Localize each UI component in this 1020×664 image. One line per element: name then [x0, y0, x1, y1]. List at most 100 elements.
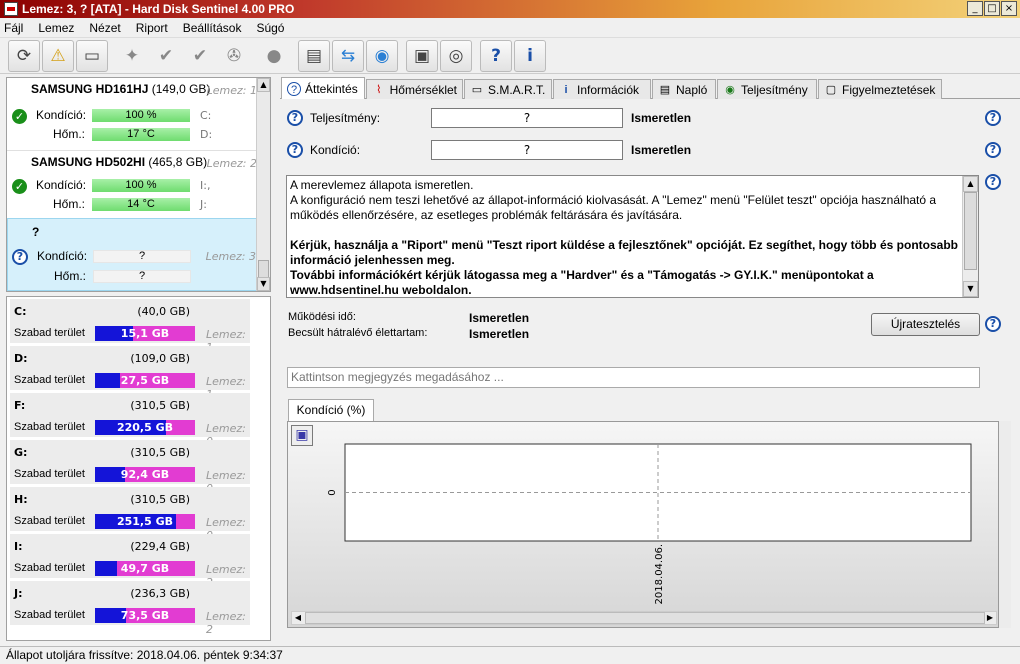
help-icon[interactable]: ? [480, 39, 512, 72]
drive-letter: C: [200, 109, 212, 122]
blob-icon[interactable]: ● [258, 40, 290, 72]
temp-label: Hőm.: [54, 269, 87, 283]
disk-name: SAMSUNG HD502HI [31, 155, 146, 169]
menu-settings[interactable]: Beállítások [183, 21, 242, 35]
message-line: A konfiguráció nem teszi lehetővé az áll… [290, 193, 937, 222]
warning-icon[interactable]: ⚠ [42, 39, 74, 72]
scroll-thumb[interactable] [964, 192, 977, 270]
volume-letter: F: [14, 399, 26, 412]
menu-help[interactable]: Súgó [256, 21, 284, 35]
tab-smart[interactable]: ▭ S.M.A.R.T. [464, 79, 552, 99]
condition-label: Kondíció: [36, 108, 87, 122]
condition-chart: 0 2018.04.06. [327, 443, 972, 604]
free-space-value: 49,7 GB [120, 562, 170, 575]
disk-name: SAMSUNG HD161HJ [31, 82, 149, 96]
volume-letter: D: [14, 352, 28, 365]
chart-tab-condition[interactable]: Kondíció (%) [288, 399, 374, 421]
ok-check-icon: ✓ [12, 109, 27, 124]
sound-icon[interactable]: ◎ [440, 39, 472, 72]
menu-report[interactable]: Riport [136, 21, 168, 35]
network-icon[interactable]: ◉ [366, 39, 398, 72]
info-icon[interactable]: i [514, 39, 546, 72]
message-bold-line: További információkért kérjük látogassa … [290, 268, 874, 297]
condition-label: Kondíció: [36, 178, 87, 192]
scroll-up-arrow-icon[interactable]: ▲ [963, 176, 978, 192]
disk-entry-1[interactable]: SAMSUNG HD161HJ (149,0 GB) Lemez: 1 ✓ Ko… [7, 78, 259, 150]
tab-alerts[interactable]: ▢ Figyelmeztetések [818, 79, 942, 99]
volume-entry[interactable]: G: (310,5 GB) Szabad terület 92,4 GB Lemez: … [10, 440, 250, 495]
scroll-up-arrow-icon[interactable]: ▲ [257, 78, 270, 92]
temp-check-icon[interactable]: ✔ [184, 40, 216, 72]
temp-ok-icon[interactable]: ✔ [150, 40, 182, 72]
scroll-right-arrow-icon[interactable]: ▶ [984, 612, 996, 624]
temp-label: Hőm.: [53, 127, 86, 141]
gear-disk-icon[interactable]: ✇ [218, 40, 250, 72]
free-space-bar: 92,4 GB [95, 467, 195, 482]
condition-help-icon[interactable]: ? [287, 142, 303, 158]
gauge-icon: ◉ [725, 83, 735, 96]
retest-button[interactable]: Újratesztelés [871, 313, 980, 336]
window-title: Lemez: 3, ? [ATA] - Hard Disk Sentinel 4… [22, 2, 295, 16]
free-space-label: Szabad terület [14, 327, 85, 339]
tab-overview[interactable]: ? Áttekintés [281, 77, 365, 100]
help-icon[interactable]: ? [985, 142, 1001, 158]
drive-letter: I:, [200, 179, 211, 192]
status-message-box[interactable]: A merevlemez állapota ismeretlen. A konf… [286, 175, 979, 298]
free-space-bar: 49,7 GB [95, 561, 195, 576]
volume-entry[interactable]: H: (310,5 GB) Szabad terület 251,5 GB Lemez:… [10, 487, 250, 542]
volume-letter: G: [14, 446, 28, 459]
free-space-value: 73,5 GB [120, 609, 170, 622]
note-input[interactable]: Kattintson megjegyzés megadásához ... [287, 367, 980, 388]
menu-disk[interactable]: Lemez [38, 21, 74, 35]
minimize-button[interactable]: _ [967, 1, 983, 16]
disk-size: (149,0 GB) [151, 82, 211, 96]
scroll-left-arrow-icon[interactable]: ◀ [292, 612, 304, 624]
disk-entry-3-selected[interactable]: ? ? Kondíció: ? Lemez: 3 Hőm.: ? [7, 218, 259, 291]
scroll-thumb[interactable] [258, 260, 269, 278]
lifetime-label: Becsült hátralévő élettartam: [288, 327, 428, 339]
performance-help-icon[interactable]: ? [287, 110, 303, 126]
condition-field: ? [431, 140, 623, 160]
info-icon: i [564, 83, 568, 96]
menu-view[interactable]: Nézet [89, 21, 120, 35]
app-icon [4, 2, 18, 16]
scroll-down-arrow-icon[interactable]: ▼ [963, 281, 978, 297]
condition-label: Kondíció: [37, 249, 88, 263]
volume-entry[interactable]: J: (236,3 GB) Szabad terület 73,5 GB Lemez: … [10, 581, 250, 636]
condition-bar: 100 % [92, 179, 190, 192]
volume-entry[interactable]: D: (109,0 GB) Szabad terület 27,5 GB Lemez: … [10, 346, 250, 401]
refresh-icon[interactable]: ⟳ [8, 39, 40, 72]
chart-scrollbar[interactable]: ◀ ▶ [291, 611, 997, 625]
help-icon[interactable]: ? [985, 316, 1001, 332]
free-space-label: Szabad terület [14, 468, 85, 480]
maximize-button[interactable]: □ [984, 1, 1000, 16]
tab-temperature[interactable]: ⌇ Hőmérséklet [366, 79, 463, 99]
volume-entry[interactable]: F: (310,5 GB) Szabad terület 220,5 GB Lemez:… [10, 393, 250, 448]
scroll-thumb[interactable] [305, 612, 985, 624]
free-space-value: 27,5 GB [120, 374, 170, 387]
sync-icon[interactable]: ⇆ [332, 39, 364, 72]
temp-label: Hőm.: [53, 197, 86, 211]
help-icon[interactable]: ? [985, 110, 1001, 126]
monitor-icon[interactable]: ▣ [406, 39, 438, 72]
help-icon[interactable]: ? [985, 174, 1001, 190]
scroll-down-arrow-icon[interactable]: ▼ [257, 277, 270, 291]
volume-entry[interactable]: C:(40,0 GB)Szabad terület15,1 GBLemez: 1 [10, 299, 250, 354]
volume-entry[interactable]: I: (229,4 GB) Szabad terület 49,7 GB Lemez: … [10, 534, 250, 589]
message-scrollbar[interactable]: ▲ ▼ [962, 176, 978, 297]
disk-entry-2[interactable]: SAMSUNG HD502HI (465,8 GB) Lemez: 2 ✓ Ko… [7, 150, 259, 220]
tab-log[interactable]: ▤ Napló [652, 79, 716, 99]
report-icon[interactable]: ▤ [298, 39, 330, 72]
disk-icon[interactable]: ▭ [76, 39, 108, 72]
free-space-bar: 73,5 GB [95, 608, 195, 623]
menu-file[interactable]: Fájl [4, 21, 23, 35]
health-icon[interactable]: ✦ [116, 40, 148, 72]
tab-performance[interactable]: ◉ Teljesítmény [717, 79, 817, 99]
tab-information[interactable]: i Információk [553, 79, 651, 99]
close-button[interactable]: × [1001, 1, 1017, 16]
free-space-bar: 251,5 GB [95, 514, 195, 529]
performance-label: Teljesítmény: [310, 111, 381, 125]
free-space-bar: 220,5 GB [95, 420, 195, 435]
disk-size: (465,8 GB) [148, 155, 208, 169]
disk-list-scrollbar[interactable]: ▲ ▼ [256, 78, 270, 291]
